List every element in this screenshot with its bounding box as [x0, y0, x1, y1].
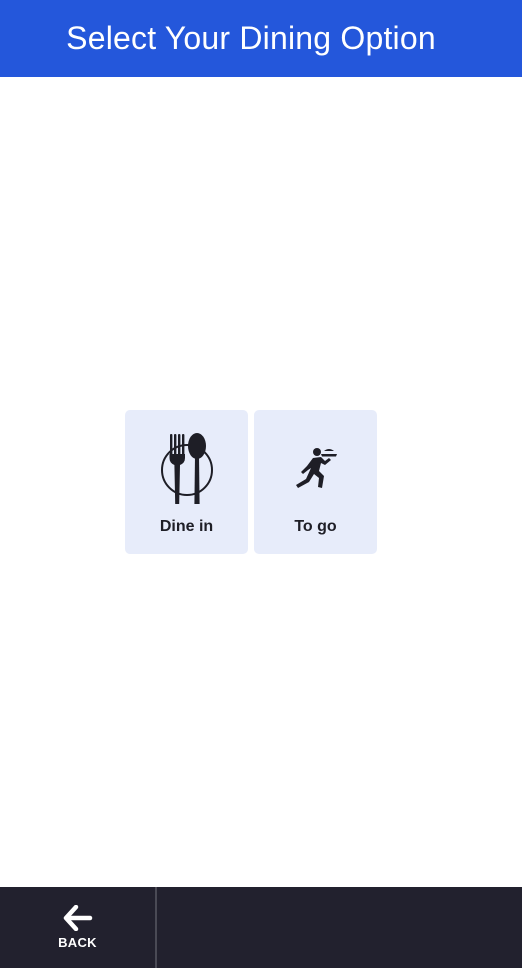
to-go-label: To go [294, 518, 337, 535]
dining-options-area: Dine in To go [0, 77, 522, 887]
footer-bar: BACK [0, 887, 522, 968]
running-waiter-icon [295, 448, 337, 488]
footer-spacer [157, 887, 522, 968]
dine-in-label: Dine in [159, 518, 214, 535]
kiosk-screen: Select Your Dining Option Dine in To go … [0, 0, 522, 968]
dine-in-option-button[interactable]: Dine in [125, 410, 248, 554]
back-label: BACK [58, 935, 97, 950]
arrow-left-icon [63, 905, 92, 931]
header-bar: Select Your Dining Option [0, 0, 522, 77]
page-title: Select Your Dining Option [66, 20, 436, 56]
fork-spoon-plate-icon [160, 433, 213, 504]
to-go-option-button[interactable]: To go [254, 410, 377, 554]
back-button[interactable]: BACK [0, 887, 157, 968]
